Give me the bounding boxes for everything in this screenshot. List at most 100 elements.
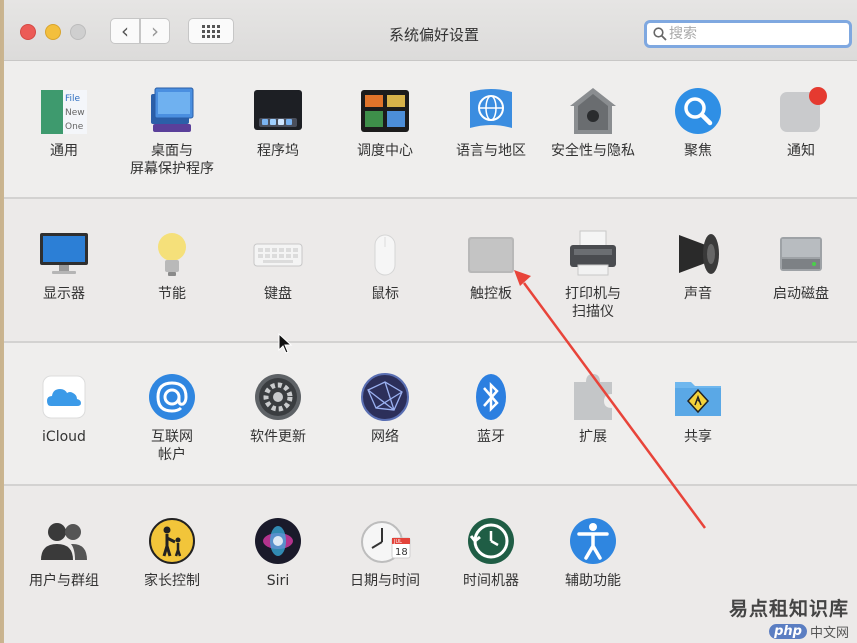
pane-label: 安全性与隐私 — [551, 143, 635, 159]
printer-icon — [570, 230, 616, 276]
watermark-text: 易点租知识库 — [728, 598, 849, 620]
pane-label: 蓝牙 — [477, 429, 505, 445]
pane-accessibility[interactable]: 辅助功能 — [539, 514, 647, 590]
pane-label: 打印机与 扫描仪 — [565, 286, 621, 320]
pane-trackpad[interactable]: 触控板 — [437, 227, 545, 303]
pane-sharing[interactable]: 共享 — [644, 370, 752, 446]
pane-general[interactable]: File New One 通用 — [10, 84, 118, 160]
svg-text:New: New — [65, 108, 85, 118]
pane-label: 调度中心 — [357, 143, 413, 159]
pane-mouse[interactable]: 鼠标 — [331, 227, 439, 303]
pane-dock[interactable]: 程序坞 — [224, 84, 332, 160]
sharing-folder-icon — [675, 382, 721, 416]
gear-icon — [255, 374, 301, 420]
pane-label: 日期与时间 — [350, 573, 420, 589]
pane-internet-accounts[interactable]: 互联网 帐户 — [118, 370, 226, 464]
pane-label: 扩展 — [579, 429, 607, 445]
network-globe-icon — [361, 373, 409, 421]
pane-network[interactable]: 网络 — [331, 370, 439, 446]
pane-label: 启动磁盘 — [773, 286, 829, 302]
pane-label: iCloud — [42, 429, 86, 445]
pane-label: 用户与群组 — [29, 573, 99, 589]
pane-keyboard[interactable]: 键盘 — [224, 227, 332, 303]
pane-icloud[interactable]: iCloud — [10, 370, 118, 446]
pane-language-region[interactable]: 语言与地区 — [437, 84, 545, 160]
pane-time-machine[interactable]: 时间机器 — [437, 514, 545, 590]
icloud-icon — [42, 375, 86, 419]
pane-label: 通用 — [50, 143, 78, 159]
pane-label: 通知 — [787, 143, 815, 159]
pane-label: 语言与地区 — [456, 143, 526, 159]
mouse-icon — [374, 234, 396, 276]
parental-controls-icon — [149, 518, 195, 564]
pane-label: 互联网 帐户 — [151, 429, 193, 463]
pane-energy-saver[interactable]: 节能 — [118, 227, 226, 303]
pane-label: 鼠标 — [371, 286, 399, 302]
trackpad-icon — [468, 237, 514, 273]
keyboard-icon — [253, 243, 303, 267]
pane-startup-disk[interactable]: 启动磁盘 — [747, 227, 855, 303]
pane-label: 节能 — [158, 286, 186, 302]
pane-label: 家长控制 — [144, 573, 200, 589]
house-lock-icon — [570, 88, 616, 134]
pane-label: 桌面与 屏幕保护程序 — [130, 143, 214, 177]
pane-label: 声音 — [684, 286, 712, 302]
pane-label: 键盘 — [264, 286, 292, 302]
search-field[interactable] — [644, 20, 852, 48]
pane-software-update[interactable]: 软件更新 — [224, 370, 332, 446]
pane-desktop-screensaver[interactable]: 桌面与 屏幕保护程序 — [118, 84, 226, 178]
pane-label: 显示器 — [43, 286, 85, 302]
pane-users-groups[interactable]: 用户与群组 — [10, 514, 118, 590]
pane-label: Siri — [266, 573, 290, 589]
siri-icon — [255, 518, 301, 564]
pane-printers-scanners[interactable]: 打印机与 扫描仪 — [539, 227, 647, 321]
svg-text:18: 18 — [395, 547, 408, 558]
svg-text:File: File — [65, 94, 81, 104]
clock-calendar-icon: JUL 18 — [361, 521, 411, 563]
pane-date-time[interactable]: JUL 18 日期与时间 — [331, 514, 439, 590]
pane-label: 时间机器 — [463, 573, 519, 589]
at-sign-icon — [149, 374, 195, 420]
pane-label: 共享 — [684, 429, 712, 445]
notifications-icon — [780, 87, 827, 132]
spotlight-icon — [675, 88, 721, 134]
users-icon — [41, 523, 87, 560]
speaker-icon — [679, 234, 719, 274]
pane-label: 聚焦 — [684, 143, 712, 159]
hard-drive-icon — [780, 237, 822, 271]
accessibility-icon — [570, 518, 616, 564]
pane-extensions[interactable]: 扩展 — [539, 370, 647, 446]
pane-siri[interactable]: Siri — [224, 514, 332, 590]
mission-control-icon — [361, 90, 409, 132]
pane-label: 触控板 — [470, 286, 512, 302]
svg-text:JUL: JUL — [393, 539, 402, 545]
display-icon — [40, 233, 88, 274]
dock-icon — [254, 90, 302, 130]
pane-label: 程序坞 — [257, 143, 299, 159]
time-machine-icon — [468, 518, 514, 564]
search-input[interactable] — [667, 25, 841, 43]
pane-parental-controls[interactable]: 家长控制 — [118, 514, 226, 590]
search-icon — [653, 27, 667, 41]
general-icon: File New One — [41, 90, 87, 134]
pane-label: 辅助功能 — [565, 573, 621, 589]
bluetooth-icon — [476, 374, 506, 420]
puzzle-piece-icon — [574, 374, 612, 420]
pane-sound[interactable]: 声音 — [644, 227, 752, 303]
desktop-icon — [151, 87, 194, 132]
svg-text:One: One — [65, 122, 84, 132]
pane-spotlight[interactable]: 聚焦 — [644, 84, 752, 160]
system-preferences-window: ‹ › 系统偏好设置 File New One 通用 — [4, 0, 857, 643]
pane-notifications[interactable]: 通知 — [747, 84, 855, 160]
pane-displays[interactable]: 显示器 — [10, 227, 118, 303]
pane-label: 网络 — [371, 429, 399, 445]
flag-globe-icon — [470, 89, 512, 128]
pane-mission-control[interactable]: 调度中心 — [331, 84, 439, 160]
title-bar: ‹ › 系统偏好设置 — [4, 0, 857, 61]
lightbulb-icon — [158, 233, 186, 276]
mouse-pointer-icon — [278, 333, 293, 354]
watermark-logo: php 中文网 — [769, 622, 849, 641]
pane-security-privacy[interactable]: 安全性与隐私 — [539, 84, 647, 160]
pane-label: 软件更新 — [250, 429, 306, 445]
pane-bluetooth[interactable]: 蓝牙 — [437, 370, 545, 446]
